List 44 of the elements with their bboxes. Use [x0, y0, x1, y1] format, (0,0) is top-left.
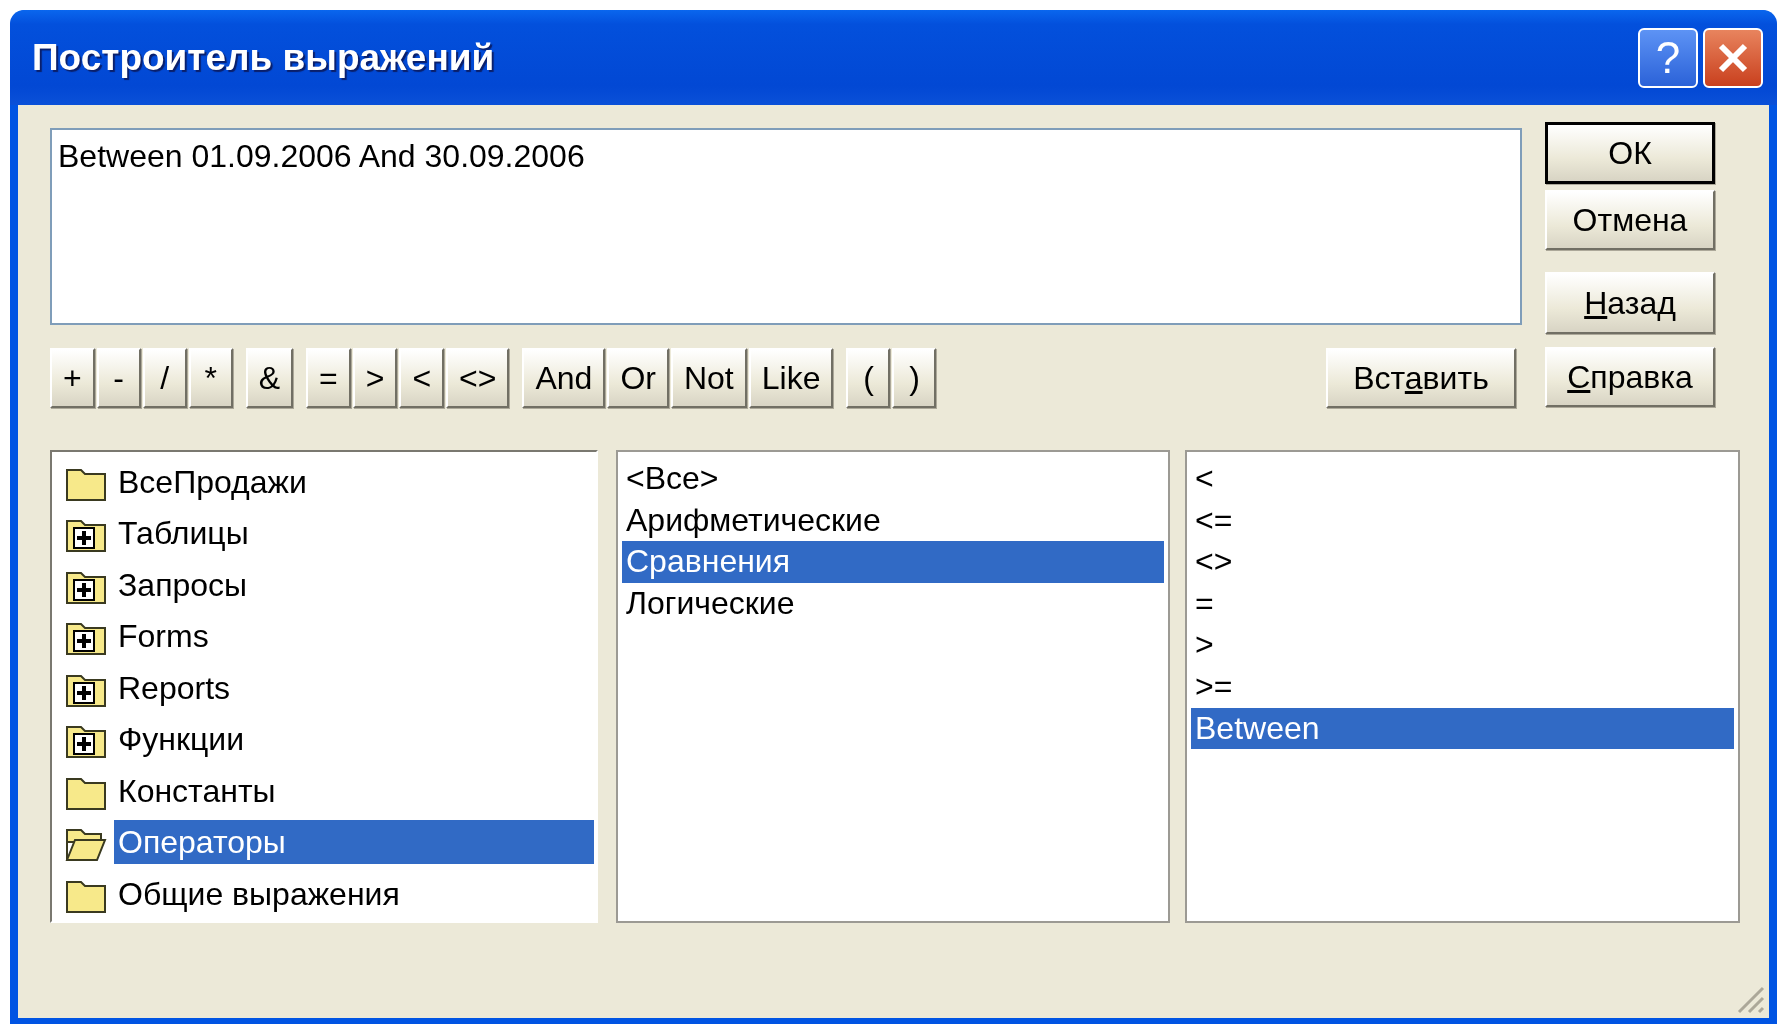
operator-button[interactable]: ) — [892, 348, 937, 408]
list-item[interactable]: > — [1191, 624, 1734, 666]
operator-button[interactable]: <> — [446, 348, 510, 408]
operator-button[interactable]: / — [142, 348, 187, 408]
dialog-button[interactable]: Назад — [1545, 272, 1715, 334]
tree-item[interactable]: ВсеПродажи — [114, 459, 594, 504]
operator-button[interactable]: + — [50, 348, 95, 408]
tree-item[interactable]: Forms — [114, 614, 594, 659]
tree-item[interactable]: Общие выражения — [114, 871, 594, 916]
list-item[interactable]: Логические — [622, 582, 1164, 625]
list-item[interactable]: = — [1191, 582, 1734, 625]
operator-button[interactable]: < — [399, 348, 445, 408]
list-item[interactable]: >= — [1191, 665, 1734, 708]
operator-button[interactable]: Not — [670, 348, 747, 408]
list-item[interactable]: < — [1191, 458, 1734, 500]
operator-button[interactable]: - — [96, 348, 141, 408]
operator-button[interactable]: = — [306, 348, 351, 408]
operator-button[interactable]: & — [245, 348, 294, 408]
close-button[interactable] — [1703, 27, 1763, 88]
list-item[interactable]: Сравнения — [622, 541, 1164, 583]
operator-button[interactable]: > — [352, 348, 398, 408]
help-dialog-button[interactable]: Справка — [1545, 347, 1715, 407]
dialog-button[interactable]: ОК — [1545, 122, 1715, 184]
tree-item[interactable]: Функции — [114, 717, 594, 762]
tree-item[interactable]: Reports — [114, 665, 594, 710]
tree-item[interactable]: Таблицы — [114, 511, 594, 556]
help-button[interactable]: ? — [1638, 27, 1698, 88]
list-item[interactable]: <= — [1191, 499, 1734, 542]
list-item[interactable]: Between — [1191, 707, 1734, 750]
operator-button[interactable]: * — [188, 348, 233, 408]
tree-item[interactable]: Константы — [114, 768, 594, 813]
tree-item[interactable]: Операторы — [114, 820, 594, 865]
window-title: Построитель выражений — [32, 36, 496, 79]
operator-button[interactable]: Or — [607, 348, 669, 408]
list-item[interactable]: <> — [1191, 541, 1734, 583]
tree-item[interactable]: Запросы — [114, 562, 594, 607]
operator-button[interactable]: And — [522, 348, 606, 408]
expression-field[interactable]: Between 01.09.2006 And 30.09.2006 — [50, 128, 1522, 325]
operator-button[interactable]: Like — [748, 348, 834, 408]
list-item[interactable]: Арифметические — [622, 499, 1164, 542]
dialog-button[interactable]: Отмена — [1545, 190, 1715, 250]
paste-button[interactable]: Вставить — [1326, 348, 1516, 408]
list-item[interactable]: <Все> — [622, 458, 1164, 500]
operator-button[interactable]: ( — [846, 348, 891, 408]
